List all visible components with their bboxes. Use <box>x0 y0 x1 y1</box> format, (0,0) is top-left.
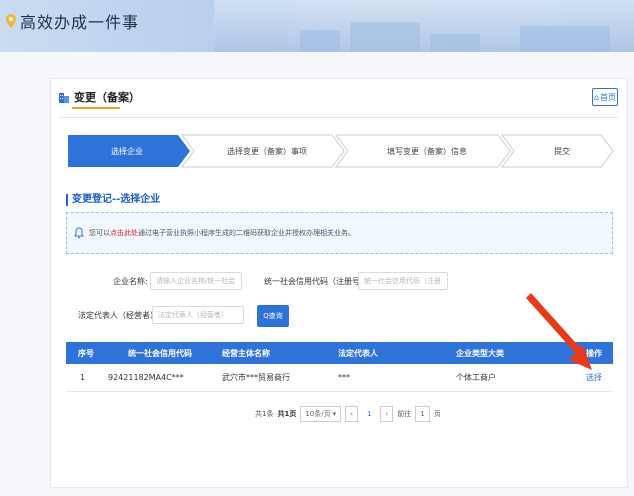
select-company-link[interactable]: 选择 <box>586 364 602 391</box>
current-page[interactable]: 1 <box>361 406 377 422</box>
bell-icon <box>74 227 84 239</box>
header-divider <box>58 117 618 118</box>
row-credit-code: 92421182MA4C*** <box>108 373 184 382</box>
column-header-legal-rep: 法定代表人 <box>338 348 378 358</box>
table-header: 序号 统一社会信用代码 经营主体名称 法定代表人 企业类型大类 操作 <box>66 342 613 364</box>
building-icon <box>59 93 69 103</box>
app-title: 高效办成一件事 <box>6 9 139 33</box>
top-banner: 高效办成一件事 <box>0 0 634 52</box>
company-name-label: 企业名称: <box>113 277 148 286</box>
home-icon: ⌂ <box>593 92 600 102</box>
legal-rep-label: 法定代表人（经营者）: <box>78 311 161 320</box>
breadcrumb-label: 变更（备案） <box>74 91 140 104</box>
next-page-button[interactable]: › <box>380 406 394 422</box>
step-select-item[interactable]: 选择变更（备案）事项 <box>192 134 342 168</box>
chevron-right-icon: › <box>385 410 389 418</box>
column-header-index: 序号 <box>78 348 94 358</box>
app-title-text: 高效办成一件事 <box>20 13 140 32</box>
row-company-name: 武穴市***贸易商行 <box>222 373 290 382</box>
banner-building <box>520 26 610 52</box>
home-button-label: 首页 <box>600 92 617 102</box>
step-submit[interactable]: 提交 <box>512 134 612 168</box>
column-header-type: 企业类型大类 <box>456 348 504 358</box>
banner-building <box>300 30 340 52</box>
page-size-value: 10条/页 <box>305 410 331 418</box>
notice-prefix: 您可以 <box>89 229 110 237</box>
step-select-company[interactable]: 选择企业 <box>68 134 186 168</box>
column-header-credit-code: 统一社会信用代码 <box>128 348 192 358</box>
breadcrumb: 变更（备案） <box>58 89 140 109</box>
breadcrumb-underline <box>72 107 120 109</box>
row-legal-rep: *** <box>338 373 350 382</box>
notice-link[interactable]: 点击此处 <box>110 228 138 238</box>
home-button[interactable]: ⌂ 首页 <box>592 88 618 106</box>
column-header-name: 经营主体名称 <box>222 348 270 358</box>
pagination-pages: 共1页 <box>277 410 297 418</box>
credit-code-label: 统一社会信用代码（注册号）: <box>264 277 371 286</box>
row-company-type: 个体工商户 <box>456 373 496 382</box>
location-pin-icon <box>6 14 16 28</box>
column-header-action: 操作 <box>586 348 602 358</box>
prev-page-button[interactable]: ‹ <box>345 406 358 422</box>
section-title: 变更登记--选择企业 <box>66 194 160 206</box>
credit-code-input[interactable]: 统一社会信用代码（注册 <box>358 272 448 290</box>
pagination-total: 共1条 <box>255 410 274 418</box>
banner-building <box>350 22 420 52</box>
page-size-select[interactable]: 10条/页 ▾ <box>300 406 342 422</box>
goto-label: 前往 <box>397 410 412 418</box>
banner-building <box>430 34 480 52</box>
row-index: 1 <box>80 373 86 382</box>
page-suffix: 页 <box>433 410 441 418</box>
goto-page-input[interactable]: 1 <box>415 406 430 422</box>
chevron-down-icon: ▾ <box>332 410 337 418</box>
notice-suffix: 通过电子营业执照小程序生成的二维码获取企业并授权办理相关业务。 <box>138 229 355 237</box>
chevron-left-icon: ‹ <box>350 410 353 418</box>
step-progress: 选择企业 选择变更（备案）事项 填写变更（备案）信息 提交 <box>68 134 614 168</box>
legal-rep-input[interactable]: 法定代表人（经营者） <box>152 306 244 324</box>
pagination: 共1条 共1页 10条/页 ▾ ‹ 1 › 前往 1 页 <box>255 404 441 424</box>
step-fill-info[interactable]: 填写变更（备案）信息 <box>346 134 508 168</box>
company-name-input[interactable]: 请输入企业名称/统一社会 <box>150 272 242 290</box>
table-row: 1 92421182MA4C*** 武穴市***贸易商行 *** 个体工商户 选… <box>66 364 613 392</box>
search-button[interactable]: Q查询 <box>257 305 289 327</box>
notice-box: 您可以 点击此处 通过电子营业执照小程序生成的二维码获取企业并授权办理相关业务。 <box>66 212 613 254</box>
